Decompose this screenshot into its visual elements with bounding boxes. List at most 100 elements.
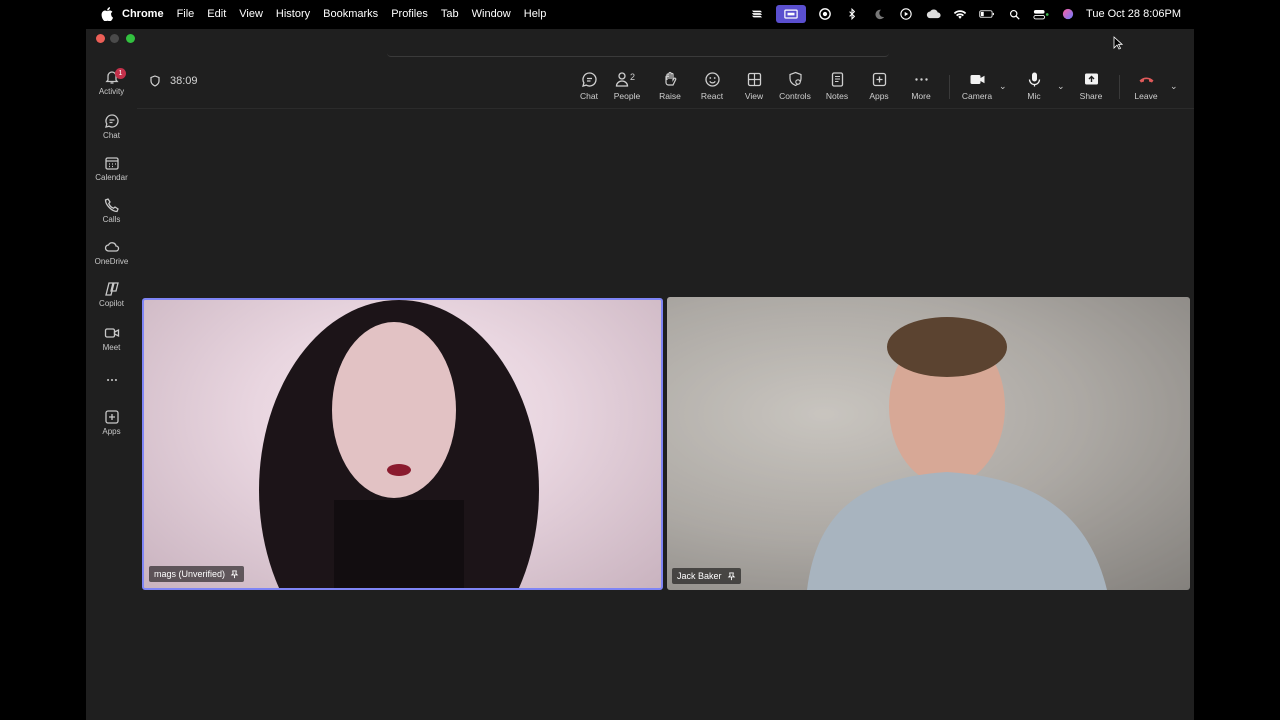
rail-item-onedrive[interactable]: OneDrive xyxy=(86,239,137,279)
participant-video-feed xyxy=(259,300,539,588)
rail-item-chat[interactable]: Chat xyxy=(86,113,137,153)
rail-more-button[interactable] xyxy=(86,373,137,389)
menu-tab[interactable]: Tab xyxy=(441,8,459,20)
menu-help[interactable]: Help xyxy=(524,8,547,20)
share-label: Share xyxy=(1079,91,1103,101)
react-button[interactable]: React xyxy=(698,71,726,107)
participant-video-tile[interactable]: Jack Baker xyxy=(667,297,1190,590)
camera-options-chevron-icon[interactable]: ⌄ xyxy=(999,81,1007,92)
pin-icon[interactable] xyxy=(727,571,736,581)
apple-icon[interactable] xyxy=(101,7,113,21)
rail-item-activity[interactable]: 1 Activity xyxy=(86,68,137,109)
react-label: React xyxy=(700,91,724,101)
creative-cloud-icon[interactable] xyxy=(817,7,833,21)
mic-options-chevron-icon[interactable]: ⌄ xyxy=(1057,81,1065,92)
camera-label: Camera xyxy=(961,91,993,101)
camera-button[interactable]: Camera xyxy=(959,71,995,107)
pin-icon[interactable] xyxy=(230,569,239,579)
apps-button[interactable]: Apps xyxy=(867,71,891,107)
shield-settings-icon xyxy=(788,71,802,87)
controls-button[interactable]: Controls xyxy=(776,71,814,107)
control-center-icon[interactable] xyxy=(1033,7,1049,21)
bluetooth-icon[interactable] xyxy=(844,7,860,21)
microphone-icon xyxy=(1028,72,1040,87)
menu-profiles[interactable]: Profiles xyxy=(391,8,428,20)
cloud-icon xyxy=(104,242,119,252)
mic-label: Mic xyxy=(1027,91,1041,101)
phone-icon xyxy=(104,198,119,213)
share-button[interactable]: Share xyxy=(1077,71,1105,107)
activity-badge: 1 xyxy=(115,68,126,79)
battery-icon[interactable] xyxy=(979,7,995,21)
rail-item-apps[interactable]: Apps xyxy=(86,409,137,449)
raise-label: Raise xyxy=(659,91,681,101)
wifi-icon[interactable] xyxy=(952,7,968,21)
window-titlebar xyxy=(86,29,1194,57)
menu-file[interactable]: File xyxy=(177,8,195,20)
more-button[interactable]: More xyxy=(908,71,934,107)
menu-bookmarks[interactable]: Bookmarks xyxy=(323,8,378,20)
participant-video-tile[interactable]: mags (Unverified) xyxy=(142,298,663,590)
hang-up-icon xyxy=(1139,77,1153,83)
menu-chrome[interactable]: Chrome xyxy=(122,8,164,20)
rail-item-calls[interactable]: Calls xyxy=(86,197,137,237)
calendar-icon xyxy=(104,157,119,170)
siri-icon[interactable] xyxy=(1060,7,1076,21)
hand-icon xyxy=(664,71,676,86)
screen-share-status-icon[interactable] xyxy=(776,5,807,23)
play-icon[interactable] xyxy=(898,7,914,21)
people-button[interactable]: 2 People xyxy=(611,71,643,107)
participant-name-tag: Jack Baker xyxy=(672,568,741,584)
video-icon xyxy=(104,328,119,338)
rail-label-apps: Apps xyxy=(102,427,121,436)
chat-label: Chat xyxy=(580,91,598,101)
shield-icon xyxy=(150,75,160,87)
zoom-window-button[interactable] xyxy=(126,34,135,43)
rail-item-copilot[interactable]: Copilot xyxy=(86,281,137,321)
spotlight-search-icon[interactable] xyxy=(1006,7,1022,21)
rail-item-meet[interactable]: Meet xyxy=(86,325,137,365)
search-bar[interactable] xyxy=(387,37,889,57)
menu-history[interactable]: History xyxy=(276,8,310,20)
participant-name: Jack Baker xyxy=(677,571,722,581)
meeting-stage: 38:09 Chat 2 People Raise React View Con… xyxy=(137,63,1194,720)
rail-label-meet: Meet xyxy=(102,343,121,352)
people-icon: 2 xyxy=(615,72,635,87)
menu-window[interactable]: Window xyxy=(472,8,511,20)
meeting-timer: 38:09 xyxy=(149,75,198,87)
copilot-icon xyxy=(104,282,119,296)
app-rail: 1 Activity Chat Calendar Calls OneDrive … xyxy=(86,63,137,720)
close-window-button[interactable] xyxy=(96,34,105,43)
mic-button[interactable]: Mic xyxy=(1023,71,1045,107)
controls-label: Controls xyxy=(779,91,811,101)
notes-label: Notes xyxy=(825,91,849,101)
leave-label: Leave xyxy=(1134,91,1158,101)
stack-icon[interactable] xyxy=(749,7,765,21)
chat-icon xyxy=(104,114,119,128)
rail-label-chat: Chat xyxy=(103,131,120,140)
macos-menu-bar: Chrome File Edit View History Bookmarks … xyxy=(0,0,1280,28)
apps-label: Apps xyxy=(869,91,889,101)
raise-hand-button[interactable]: Raise xyxy=(656,71,684,107)
rail-item-calendar[interactable]: Calendar xyxy=(86,155,137,195)
menu-edit[interactable]: Edit xyxy=(207,8,226,20)
moon-icon[interactable] xyxy=(871,7,887,21)
menubar-clock[interactable]: Tue Oct 28 8:06PM xyxy=(1086,8,1181,20)
leave-options-chevron-icon[interactable]: ⌄ xyxy=(1170,81,1178,92)
grid-view-icon xyxy=(747,72,761,87)
share-screen-icon xyxy=(1084,73,1098,85)
cloud-status-icon[interactable] xyxy=(925,7,941,21)
view-button[interactable]: View xyxy=(741,71,767,107)
more-dots-icon xyxy=(914,78,928,81)
people-label: People xyxy=(613,91,641,101)
people-count: 2 xyxy=(630,72,635,82)
chat-button[interactable]: Chat xyxy=(574,71,604,107)
notes-icon xyxy=(831,72,843,87)
notes-button[interactable]: Notes xyxy=(824,71,850,107)
leave-button[interactable]: Leave xyxy=(1131,71,1161,107)
menu-view[interactable]: View xyxy=(239,8,263,20)
rail-label-onedrive: OneDrive xyxy=(94,257,129,266)
minimize-window-button[interactable] xyxy=(110,34,119,43)
rail-label-copilot: Copilot xyxy=(99,299,124,308)
timer-value: 38:09 xyxy=(170,75,198,87)
